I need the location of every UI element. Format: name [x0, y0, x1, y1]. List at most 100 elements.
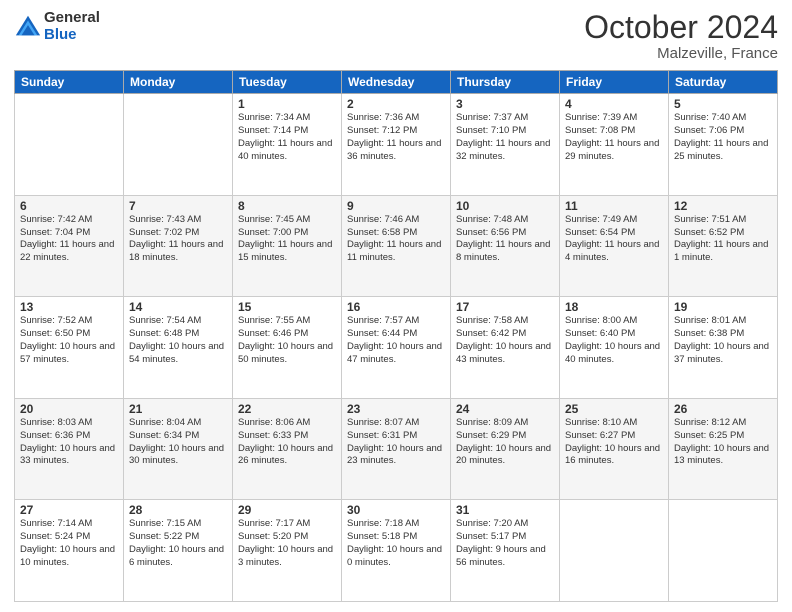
day-info: Sunrise: 7:39 AM Sunset: 7:08 PM Dayligh…: [565, 112, 663, 163]
day-number: 8: [238, 199, 336, 213]
day-cell: 22Sunrise: 8:06 AM Sunset: 6:33 PM Dayli…: [233, 398, 342, 500]
week-row-0: 1Sunrise: 7:34 AM Sunset: 7:14 PM Daylig…: [15, 94, 778, 196]
day-cell: 12Sunrise: 7:51 AM Sunset: 6:52 PM Dayli…: [669, 195, 778, 297]
day-number: 11: [565, 199, 663, 213]
day-info: Sunrise: 7:37 AM Sunset: 7:10 PM Dayligh…: [456, 112, 554, 163]
day-info: Sunrise: 8:01 AM Sunset: 6:38 PM Dayligh…: [674, 315, 772, 366]
day-cell: 27Sunrise: 7:14 AM Sunset: 5:24 PM Dayli…: [15, 500, 124, 602]
day-number: 1: [238, 97, 336, 111]
week-row-4: 27Sunrise: 7:14 AM Sunset: 5:24 PM Dayli…: [15, 500, 778, 602]
day-cell: 23Sunrise: 8:07 AM Sunset: 6:31 PM Dayli…: [342, 398, 451, 500]
day-number: 5: [674, 97, 772, 111]
day-cell: 21Sunrise: 8:04 AM Sunset: 6:34 PM Dayli…: [124, 398, 233, 500]
day-cell: 17Sunrise: 7:58 AM Sunset: 6:42 PM Dayli…: [451, 297, 560, 399]
day-number: 18: [565, 300, 663, 314]
col-thursday: Thursday: [451, 71, 560, 94]
day-number: 25: [565, 402, 663, 416]
day-number: 29: [238, 503, 336, 517]
day-cell: 1Sunrise: 7:34 AM Sunset: 7:14 PM Daylig…: [233, 94, 342, 196]
header-row: Sunday Monday Tuesday Wednesday Thursday…: [15, 71, 778, 94]
day-info: Sunrise: 8:09 AM Sunset: 6:29 PM Dayligh…: [456, 417, 554, 468]
day-info: Sunrise: 7:46 AM Sunset: 6:58 PM Dayligh…: [347, 214, 445, 265]
day-info: Sunrise: 8:06 AM Sunset: 6:33 PM Dayligh…: [238, 417, 336, 468]
week-row-2: 13Sunrise: 7:52 AM Sunset: 6:50 PM Dayli…: [15, 297, 778, 399]
title-location: Malzeville, France: [584, 45, 778, 62]
day-cell: 6Sunrise: 7:42 AM Sunset: 7:04 PM Daylig…: [15, 195, 124, 297]
day-cell: 8Sunrise: 7:45 AM Sunset: 7:00 PM Daylig…: [233, 195, 342, 297]
day-info: Sunrise: 8:07 AM Sunset: 6:31 PM Dayligh…: [347, 417, 445, 468]
day-cell: 9Sunrise: 7:46 AM Sunset: 6:58 PM Daylig…: [342, 195, 451, 297]
col-tuesday: Tuesday: [233, 71, 342, 94]
col-monday: Monday: [124, 71, 233, 94]
day-info: Sunrise: 7:58 AM Sunset: 6:42 PM Dayligh…: [456, 315, 554, 366]
day-cell: 20Sunrise: 8:03 AM Sunset: 6:36 PM Dayli…: [15, 398, 124, 500]
day-info: Sunrise: 7:49 AM Sunset: 6:54 PM Dayligh…: [565, 214, 663, 265]
day-cell: 31Sunrise: 7:20 AM Sunset: 5:17 PM Dayli…: [451, 500, 560, 602]
day-number: 31: [456, 503, 554, 517]
day-cell: 5Sunrise: 7:40 AM Sunset: 7:06 PM Daylig…: [669, 94, 778, 196]
day-cell: 28Sunrise: 7:15 AM Sunset: 5:22 PM Dayli…: [124, 500, 233, 602]
day-number: 23: [347, 402, 445, 416]
day-cell: [560, 500, 669, 602]
day-number: 28: [129, 503, 227, 517]
day-cell: 14Sunrise: 7:54 AM Sunset: 6:48 PM Dayli…: [124, 297, 233, 399]
day-number: 7: [129, 199, 227, 213]
day-number: 3: [456, 97, 554, 111]
day-number: 30: [347, 503, 445, 517]
day-number: 10: [456, 199, 554, 213]
col-wednesday: Wednesday: [342, 71, 451, 94]
day-number: 24: [456, 402, 554, 416]
col-friday: Friday: [560, 71, 669, 94]
day-cell: 30Sunrise: 7:18 AM Sunset: 5:18 PM Dayli…: [342, 500, 451, 602]
day-info: Sunrise: 7:48 AM Sunset: 6:56 PM Dayligh…: [456, 214, 554, 265]
logo-general-text: General: [44, 10, 100, 27]
day-cell: 10Sunrise: 7:48 AM Sunset: 6:56 PM Dayli…: [451, 195, 560, 297]
title-month: October 2024: [584, 10, 778, 45]
day-number: 16: [347, 300, 445, 314]
logo-blue-text: Blue: [44, 27, 100, 44]
day-number: 20: [20, 402, 118, 416]
day-number: 2: [347, 97, 445, 111]
day-cell: [124, 94, 233, 196]
day-info: Sunrise: 7:20 AM Sunset: 5:17 PM Dayligh…: [456, 518, 554, 569]
day-info: Sunrise: 7:43 AM Sunset: 7:02 PM Dayligh…: [129, 214, 227, 265]
day-number: 12: [674, 199, 772, 213]
day-info: Sunrise: 7:17 AM Sunset: 5:20 PM Dayligh…: [238, 518, 336, 569]
day-info: Sunrise: 7:45 AM Sunset: 7:00 PM Dayligh…: [238, 214, 336, 265]
logo: General Blue: [14, 10, 100, 43]
day-info: Sunrise: 7:57 AM Sunset: 6:44 PM Dayligh…: [347, 315, 445, 366]
day-info: Sunrise: 7:42 AM Sunset: 7:04 PM Dayligh…: [20, 214, 118, 265]
day-cell: 11Sunrise: 7:49 AM Sunset: 6:54 PM Dayli…: [560, 195, 669, 297]
day-info: Sunrise: 7:54 AM Sunset: 6:48 PM Dayligh…: [129, 315, 227, 366]
week-row-3: 20Sunrise: 8:03 AM Sunset: 6:36 PM Dayli…: [15, 398, 778, 500]
day-number: 17: [456, 300, 554, 314]
day-number: 27: [20, 503, 118, 517]
day-number: 9: [347, 199, 445, 213]
day-info: Sunrise: 8:03 AM Sunset: 6:36 PM Dayligh…: [20, 417, 118, 468]
week-row-1: 6Sunrise: 7:42 AM Sunset: 7:04 PM Daylig…: [15, 195, 778, 297]
day-info: Sunrise: 8:10 AM Sunset: 6:27 PM Dayligh…: [565, 417, 663, 468]
day-cell: 16Sunrise: 7:57 AM Sunset: 6:44 PM Dayli…: [342, 297, 451, 399]
day-info: Sunrise: 8:00 AM Sunset: 6:40 PM Dayligh…: [565, 315, 663, 366]
day-cell: 25Sunrise: 8:10 AM Sunset: 6:27 PM Dayli…: [560, 398, 669, 500]
day-number: 19: [674, 300, 772, 314]
logo-text: General Blue: [44, 10, 100, 43]
page: General Blue October 2024 Malzeville, Fr…: [0, 0, 792, 612]
day-number: 21: [129, 402, 227, 416]
day-cell: 18Sunrise: 8:00 AM Sunset: 6:40 PM Dayli…: [560, 297, 669, 399]
title-block: October 2024 Malzeville, France: [584, 10, 778, 62]
day-number: 22: [238, 402, 336, 416]
day-cell: 13Sunrise: 7:52 AM Sunset: 6:50 PM Dayli…: [15, 297, 124, 399]
day-number: 4: [565, 97, 663, 111]
day-cell: 15Sunrise: 7:55 AM Sunset: 6:46 PM Dayli…: [233, 297, 342, 399]
day-number: 26: [674, 402, 772, 416]
day-info: Sunrise: 7:40 AM Sunset: 7:06 PM Dayligh…: [674, 112, 772, 163]
day-cell: 19Sunrise: 8:01 AM Sunset: 6:38 PM Dayli…: [669, 297, 778, 399]
day-cell: 7Sunrise: 7:43 AM Sunset: 7:02 PM Daylig…: [124, 195, 233, 297]
day-info: Sunrise: 8:12 AM Sunset: 6:25 PM Dayligh…: [674, 417, 772, 468]
day-info: Sunrise: 7:52 AM Sunset: 6:50 PM Dayligh…: [20, 315, 118, 366]
day-number: 15: [238, 300, 336, 314]
day-info: Sunrise: 7:15 AM Sunset: 5:22 PM Dayligh…: [129, 518, 227, 569]
day-info: Sunrise: 7:18 AM Sunset: 5:18 PM Dayligh…: [347, 518, 445, 569]
day-cell: [15, 94, 124, 196]
